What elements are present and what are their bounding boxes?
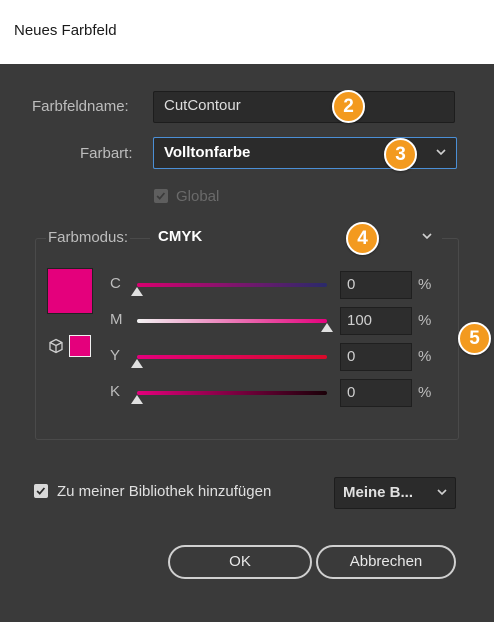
- channel-slider-track[interactable]: [137, 391, 327, 395]
- percent-unit: %: [418, 384, 432, 401]
- global-checkbox[interactable]: [154, 189, 168, 203]
- ok-button[interactable]: OK: [168, 545, 312, 579]
- chevron-down-icon: [422, 233, 432, 240]
- title-bar: Neues Farbfeld: [0, 0, 494, 65]
- window-title: Neues Farbfeld: [14, 22, 117, 39]
- step-badge-3: 3: [384, 138, 417, 171]
- name-label: Farbfeldname:: [32, 98, 129, 115]
- color-preview-swatch: [47, 268, 93, 314]
- channel-slider-thumb[interactable]: [131, 359, 143, 368]
- channel-slider-track[interactable]: [137, 283, 327, 287]
- checkmark-icon: [36, 487, 46, 495]
- channel-value-input[interactable]: 0: [340, 343, 412, 371]
- checkmark-icon: [156, 192, 166, 200]
- percent-unit: %: [418, 276, 432, 293]
- type-label: Farbart:: [80, 145, 133, 162]
- color-mode-label: Farbmodus:: [46, 229, 131, 246]
- channel-slider-thumb[interactable]: [321, 323, 333, 332]
- step-badge-5: 5: [458, 322, 491, 355]
- channel-value-input[interactable]: 0: [340, 271, 412, 299]
- step-badge-4: 4: [346, 222, 379, 255]
- color-mode-group: [35, 238, 459, 440]
- color-mode-select[interactable]: CMYK: [150, 222, 442, 252]
- name-input-value: CutContour: [164, 97, 241, 114]
- channel-slider-track[interactable]: [137, 319, 327, 323]
- channel-value-input[interactable]: 100: [340, 307, 412, 335]
- library-checkbox[interactable]: [34, 484, 48, 498]
- step-badge-2: 2: [332, 90, 365, 123]
- channel-slider-track[interactable]: [137, 355, 327, 359]
- type-select-value: Volltonfarbe: [164, 144, 251, 161]
- channel-label: C: [110, 275, 121, 292]
- global-label: Global: [176, 188, 220, 205]
- percent-unit: %: [418, 348, 432, 365]
- channel-slider-thumb[interactable]: [131, 395, 143, 404]
- cancel-button[interactable]: Abbrechen: [316, 545, 456, 579]
- channel-value-input[interactable]: 0: [340, 379, 412, 407]
- channel-label: K: [110, 383, 121, 400]
- library-label: Zu meiner Bibliothek hinzufügen: [57, 483, 272, 500]
- channel-label: Y: [110, 347, 121, 364]
- color-mode-select-value: CMYK: [158, 228, 203, 245]
- chevron-down-icon: [436, 149, 446, 156]
- library-select-value: Meine B...: [343, 484, 414, 501]
- chevron-down-icon: [437, 489, 447, 496]
- library-select[interactable]: Meine B...: [334, 477, 456, 509]
- channel-slider-thumb[interactable]: [131, 287, 143, 296]
- channel-label: M: [110, 311, 123, 328]
- name-input[interactable]: CutContour: [153, 91, 455, 123]
- gamut-cube-icon[interactable]: [48, 338, 64, 354]
- gamut-swatch[interactable]: [69, 335, 91, 357]
- percent-unit: %: [418, 312, 432, 329]
